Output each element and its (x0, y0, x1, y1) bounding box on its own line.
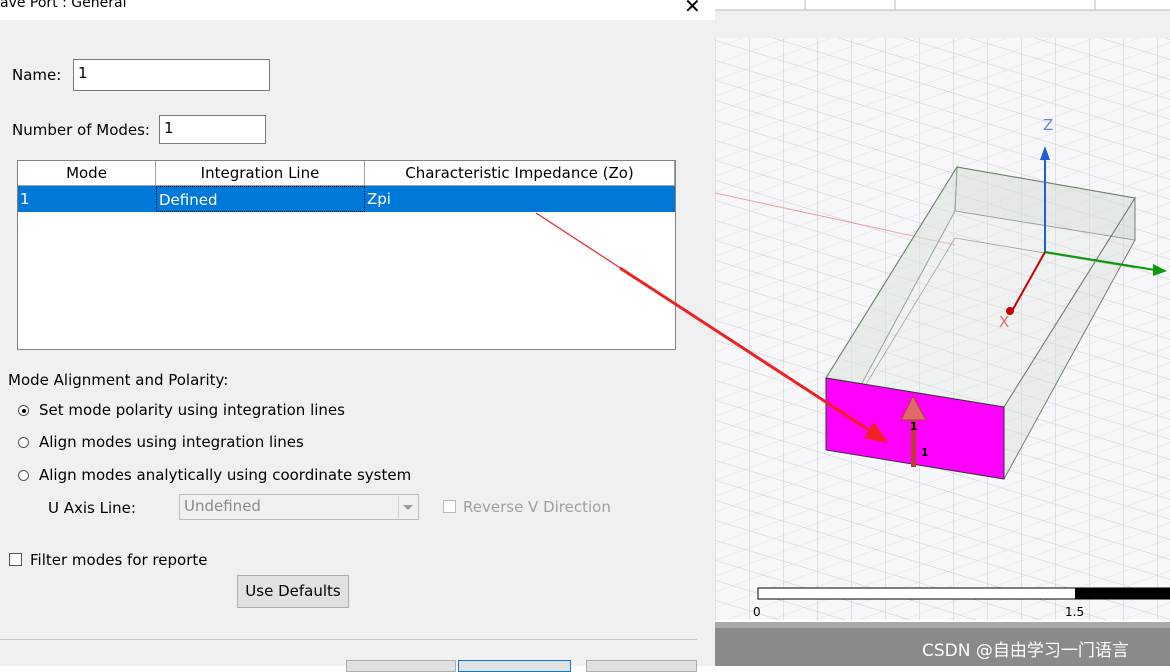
wave-port-dialog: ave Port : General ✕ Name: 1 Number of M… (0, 0, 715, 672)
column-header-mode[interactable]: Mode (18, 161, 156, 186)
u-axis-label: U Axis Line: (48, 499, 136, 517)
table-row[interactable]: 1 Defined Zpi (18, 186, 675, 212)
alignment-heading: Mode Alignment and Polarity: (8, 371, 229, 389)
modes-table: Mode Integration Line Characteristic Imp… (17, 160, 676, 350)
u-axis-select[interactable]: Undefined (179, 494, 419, 520)
scale-label-start: 0 (753, 605, 761, 619)
radio-align-integration-label[interactable]: Align modes using integration lines (39, 433, 304, 451)
dialog-titlebar: ave Port : General ✕ (0, 0, 715, 20)
x-axis-label: X (999, 313, 1009, 331)
u-axis-select-value: Undefined (184, 497, 261, 515)
modes-label: Number of Modes: (12, 121, 150, 139)
filter-modes-label-clip: Filter modes for reporter (30, 550, 208, 572)
modes-input[interactable]: 1 (159, 115, 266, 144)
dialog-title: ave Port : General (0, 0, 127, 11)
cell-integration-line[interactable]: Defined (156, 186, 365, 212)
port-label-1: 1 (910, 420, 918, 433)
cell-impedance[interactable]: Zpi (365, 186, 675, 212)
filter-modes-label: Filter modes for reporter (30, 551, 208, 569)
scale-label-mid: 1.5 (1065, 605, 1084, 619)
cell-mode[interactable]: 1 (18, 186, 156, 212)
reverse-v-checkbox[interactable] (443, 500, 456, 513)
radio-align-integration[interactable] (18, 437, 29, 448)
name-label: Name: (12, 66, 62, 84)
radio-align-analytically-label[interactable]: Align modes analytically using coordinat… (39, 466, 411, 484)
column-header-integration-line[interactable]: Integration Line (156, 161, 365, 186)
csdn-watermark: CSDN @自由学习一门语言 (922, 641, 1129, 661)
dialog-divider (0, 639, 697, 640)
radio-set-polarity[interactable] (18, 405, 29, 416)
z-axis-label: Z (1043, 116, 1053, 134)
name-input-value: 1 (78, 64, 88, 82)
name-input[interactable]: 1 (73, 59, 270, 91)
radio-selected-dot (21, 408, 26, 413)
close-icon[interactable]: ✕ (684, 0, 701, 18)
radio-set-polarity-label[interactable]: Set mode polarity using integration line… (39, 401, 345, 419)
modes-input-value: 1 (164, 119, 174, 137)
3d-model-canvas: Z X 1 1 0 1.5 (715, 0, 1170, 666)
chevron-down-icon[interactable] (398, 496, 417, 518)
column-header-impedance[interactable]: Characteristic Impedance (Zo) (365, 161, 675, 186)
help-button[interactable] (586, 660, 697, 672)
reverse-v-label: Reverse V Direction (463, 498, 611, 516)
use-defaults-button[interactable]: Use Defaults (237, 575, 349, 608)
radio-align-analytically[interactable] (18, 470, 29, 481)
3d-viewport[interactable]: Z X 1 1 0 1.5 (715, 0, 1170, 666)
cancel-button[interactable] (458, 660, 571, 672)
filter-modes-checkbox[interactable] (9, 553, 22, 566)
port-label-2: 1 (921, 446, 929, 459)
ok-button[interactable] (346, 660, 456, 672)
